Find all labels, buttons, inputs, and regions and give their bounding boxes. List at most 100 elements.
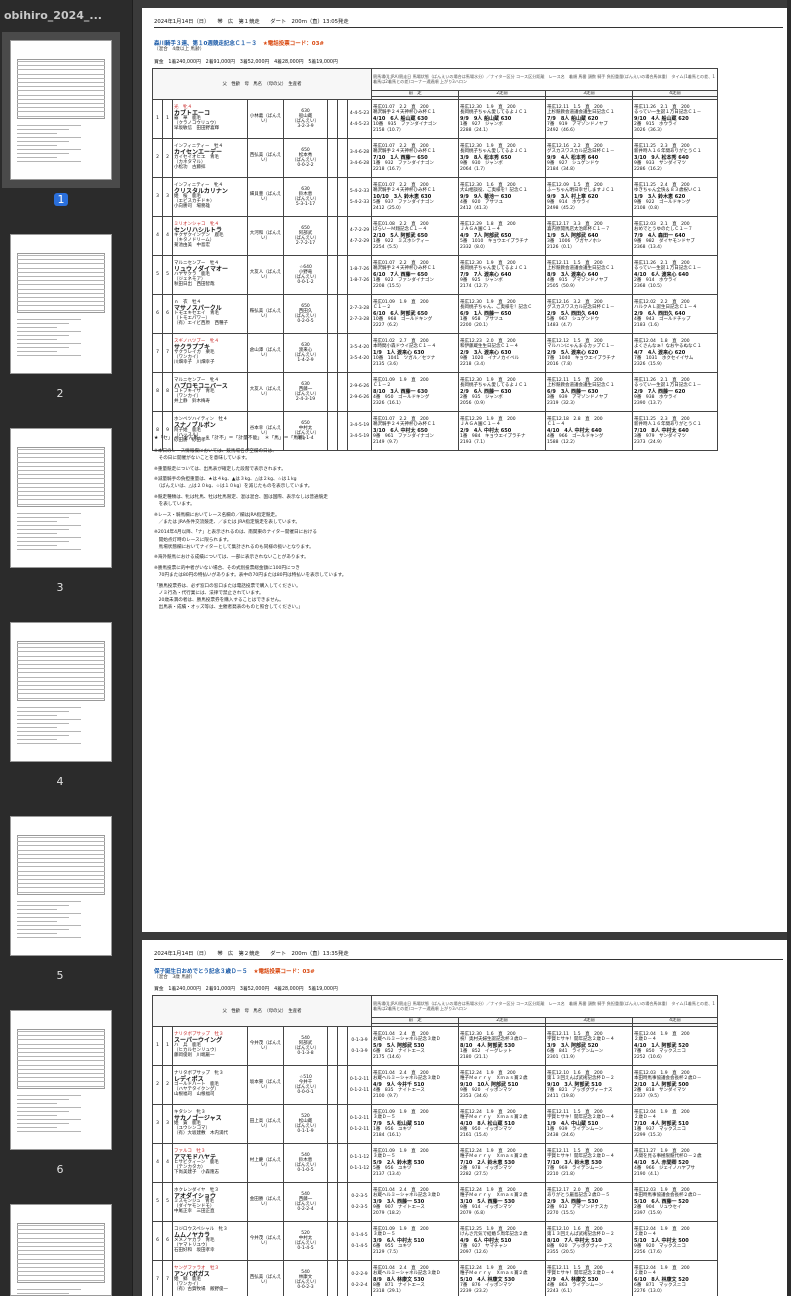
record-line: 0-1-2-11 bbox=[349, 1115, 370, 1121]
page-thumbnail[interactable] bbox=[10, 234, 112, 374]
page-thumbnail[interactable] bbox=[10, 622, 112, 762]
thumbnail-line bbox=[17, 521, 57, 522]
breeder-text: 小向勝司 場務雄 bbox=[174, 204, 210, 210]
horse-cell[interactable]: ヤングファラオ 牡３ アンバボガス姫 郷 鹿毛 （ワンカイ） （有）古賀牧場 飯野俊一 bbox=[172, 1260, 248, 1296]
past-race-time: 2079（18.2） bbox=[373, 1210, 404, 1216]
blank-cell bbox=[327, 99, 338, 140]
horse-cell[interactable]: キタシン 牝３ サカノゴージャス姫 貴 鹿毛 （ユウシンコマ） （有）大坂建敷 木内満… bbox=[172, 1104, 248, 1145]
horse-cell[interactable]: ナリタボブサップ 牡３ スーパーウイングハ 兵 鹿毛 （ヒカルセンリュウ） 藤岡俊則 … bbox=[172, 1026, 248, 1067]
page-header: 2024年1月14日（日） 帯 広 第２競走 ダート 200ｍ（直）13:35発… bbox=[154, 949, 783, 960]
blank-cell bbox=[327, 1260, 338, 1296]
horse-row: 4 4 ファルコ 牡３ アマモドハヤテ ヒサビクィーン 鹿毛 （テンカタカ） 下尚美建子 小… bbox=[152, 1143, 719, 1184]
horse-number: 3 bbox=[162, 177, 173, 218]
thumbnail-line bbox=[17, 715, 57, 716]
race-card-table: 父 性齢 母 馬名 （母の父） 生産者 競馬場(IJ;JRA)競走日 馬場状態（ば… bbox=[151, 67, 719, 452]
thumbnail-line bbox=[17, 1119, 81, 1120]
thumbnail-line bbox=[17, 1103, 57, 1104]
horse-number: 6 bbox=[162, 1221, 173, 1262]
page-thumbnail[interactable] bbox=[10, 1010, 112, 1150]
horse-cell[interactable]: マルニセンプー 牡４ リュウノダイマオー ハヤサクラ 鹿毛 （ジェネモア） 秋田日出 西… bbox=[172, 255, 248, 296]
horse-cell[interactable]: ミリオンシャコ 牝４ センリハシルトラ キクザクインデン 鹿毛 （キタノドリーム） 菊池… bbox=[172, 216, 248, 257]
horse-cell[interactable]: ナリタボブサップ 牝３ レディポス ゴールドハート 鹿毛 （ハヤテタイクング） 山根福司… bbox=[172, 1065, 248, 1106]
waku-number: 3 bbox=[152, 177, 163, 218]
thumbnail-line bbox=[17, 655, 105, 657]
past-race-cell: 帯広01.08 2.2 直 200 ばらいーＭ翔記念Ｃ１－４ 2/10 5人 阿部武… bbox=[371, 216, 460, 257]
past-race-time: 2256（17.6） bbox=[634, 1249, 665, 1255]
horse-cell[interactable]: スギノハツブー 牝４ サクラプブキ サクラレイカ 栗毛 （ワンカイ） 川畑幸子 川畑幸子 bbox=[172, 333, 248, 374]
legend: ★「セ」 ＝「せん馬」 ※「計不」＝「計量不能」 ＊「馬」＝「馬番」 bbox=[154, 436, 308, 441]
scrollbar[interactable] bbox=[787, 0, 791, 1296]
page-thumbnail[interactable] bbox=[10, 1204, 112, 1296]
jockey-record: 0-0-2-2 bbox=[297, 163, 314, 169]
past-race-time: 2193（7.1） bbox=[460, 439, 488, 445]
page-thumbnail[interactable] bbox=[10, 816, 112, 956]
past-race-time: 2180（21.1） bbox=[460, 1054, 491, 1060]
horse-cell[interactable]: コジロウスペシャル 牝３ ムムノヤカラ メメノヤカラ 青毛 （ヤマトリユウ） 石田好和 … bbox=[172, 1221, 248, 1262]
thumbnail-line bbox=[17, 727, 57, 728]
blank-cell bbox=[337, 372, 348, 413]
past-race-time: 2129（7.5） bbox=[373, 1249, 401, 1255]
horse-cell[interactable]: マルニセンプー 牝４ ハプロモコニバース コトブキイザ 青毛 （ワンカイ） 井上静 鈴木… bbox=[172, 372, 248, 413]
past-race-finish: 4/7 4人 渡来心 620 bbox=[634, 349, 686, 356]
thumbnail-line bbox=[17, 1229, 105, 1231]
horse-cell[interactable]: インフィニティー 牡４ カイセンエーデー カイセイオヒエ 青毛 （カネタマル） 小松功 … bbox=[172, 138, 248, 179]
record-line: 0-1-1-12 bbox=[349, 1166, 370, 1172]
document-viewport[interactable]: 2024年1月14日（日） 帯 広 第１競走 ダート 200ｍ（直）13:05発… bbox=[134, 0, 791, 1296]
horse-row: 1 1 ナリタボブサップ 牡３ スーパーウイングハ 兵 鹿毛 （ヒカルセンリュウ） 藤岡俊… bbox=[152, 1026, 719, 1067]
breeder-text: 藤岡俊則 川端厳一 bbox=[174, 1053, 215, 1059]
past-race-cell: 帯広01.04 2.4 直 200 お蔵ヘルミーシャネル記念３歳Ｄ 3/9 3人 西… bbox=[371, 1182, 460, 1223]
horse-cell[interactable]: ファルコ 牡３ アマモドハヤテ ヒサビクィーン 鹿毛 （テンカタカ） 下尚美建子 小森隆… bbox=[172, 1143, 248, 1184]
record-line: 4-4-5-23 bbox=[349, 122, 370, 128]
horse-row: 7 7 ヤングファラオ 牡３ アンバボガス姫 郷 鹿毛 （ワンカイ） （有）古賀牧場 飯野… bbox=[152, 1260, 719, 1296]
past-race-cell: 帯広12.11 1.5 直 200 上杉競教会道議会議生日記念Ｃ１ 8/9 3人 渡… bbox=[545, 255, 634, 296]
breeder-text: 早坂敏信 田田野喜輝 bbox=[174, 126, 219, 132]
record-line: 2-7-3-28 bbox=[349, 305, 370, 311]
weight-jockey-cell: 520 松山蔵 （ばんえい） 0-1-1-9 bbox=[283, 1104, 328, 1145]
thumbnail-line bbox=[17, 465, 105, 467]
thumbnail-sidebar[interactable]: obihiro_2024_... 1 2 3 4 5 6 bbox=[0, 0, 133, 1296]
past-race-cell: 帯広12.10 1.6 直 200 第１３回えんぱ武術記念杯Ｄ－２ 9/10 3人 … bbox=[545, 1065, 634, 1106]
breeder-text: （有）大坂建敷 木内満代 bbox=[174, 1131, 228, 1137]
horse-cell[interactable]: ホクレンダイヤ 牡３ アオダイショウ ミスモンジュ 青毛 （ダイヤモンドモ） 中尾正幸 … bbox=[172, 1182, 248, 1223]
blank-cell bbox=[337, 1182, 348, 1223]
past-race-time: 1483（4.7） bbox=[547, 322, 575, 328]
record-line: 0-1-3-9 bbox=[351, 1049, 368, 1055]
horse-row: 6 6 コジロウスペシャル 牝３ ムムノヤカラ メメノヤカラ 青毛 （ヤマトリユウ） 石田好… bbox=[152, 1221, 719, 1262]
breeder-text: （有）エイビ西原 西種子 bbox=[174, 321, 228, 327]
page-thumbnail[interactable] bbox=[2, 32, 120, 188]
breeder-text: 山根福司 山根福司 bbox=[174, 1092, 215, 1098]
thumbnail-table bbox=[17, 641, 105, 701]
waku-number: 6 bbox=[152, 1221, 163, 1262]
thumbnail-line bbox=[17, 545, 57, 546]
horse-row: 7 7 スギノハツブー 牝４ サクラプブキ サクラレイカ 栗毛 （ワンカイ） 川畑幸子 川畑… bbox=[152, 333, 719, 374]
past-race-finish: 9/10 10人 阿部武 510 bbox=[460, 1081, 519, 1088]
page-thumbnail[interactable] bbox=[10, 428, 112, 568]
weight-jockey-cell: 520 中村太 （ばんえい） 0-1-4-5 bbox=[283, 1221, 328, 1262]
jockey-record: 3-2-3-9 bbox=[297, 124, 314, 130]
horse-row: 8 8 マルニセンプー 牝４ ハプロモコニバース コトブキイザ 青毛 （ワンカイ） 井上静 … bbox=[152, 372, 719, 413]
thumbnail-line bbox=[17, 837, 105, 838]
horse-cell[interactable]: 光 牝４ カブトエーコ霧 華 鹿毛 （クラノコウリュウ） 早坂敏信 田田野喜輝 bbox=[172, 99, 248, 140]
jockey-record: 0-2-0-5 bbox=[297, 319, 314, 325]
past-race-finish: 8/10 7人 中村太 510 bbox=[547, 1237, 602, 1244]
thumbnail-line bbox=[17, 874, 105, 876]
thumbnail-line bbox=[17, 1237, 105, 1239]
horse-cell[interactable]: インフィニティー 牝４ クリスタルカリナン姫 桜 鹿毛 （エビスカチドキ） 小向勝司 … bbox=[172, 177, 248, 218]
past-race-cell: 帯広12.02 2.2 直 200 ハルクＡＬ誕生日記念Ｃ１－４ 2/9 6人 西田… bbox=[632, 294, 719, 335]
record-line: 0-2-3-5 bbox=[351, 1205, 368, 1211]
note-line: 「勝馬投票券は、必ず窓口の窓口または電話投票で購入してください。 bbox=[154, 583, 301, 589]
thumbnail-line bbox=[17, 284, 105, 286]
horse-cell[interactable]: ｎ 衣 牡４ マサノスパークル トモエキセエイ 青毛 （トモエパワー） （有）エイビ西原… bbox=[172, 294, 248, 335]
breeder-text: 小松功 古藤拝 bbox=[174, 165, 206, 171]
blank-cell bbox=[337, 1104, 348, 1145]
thumbnail-line bbox=[17, 1275, 105, 1277]
horse-cell[interactable]: ホンベツハイティン 牡４ スナノブルボン 阿子姫 鹿毛 （ハッスル） 砂田勝 砂田孝一 bbox=[172, 411, 248, 452]
past-race-cell: 帯広12.18 2.8 直 200 Ｃ１－４ 4/10 4人 中村太 640 4番 9… bbox=[545, 411, 634, 452]
record-line: 3-5-4-20 bbox=[349, 344, 370, 350]
past-race-finish: 3/10 9人 松本秀 640 bbox=[634, 154, 689, 161]
past-race-time: 2373（24.9） bbox=[634, 439, 665, 445]
page-number-label: 2 bbox=[56, 387, 64, 400]
thumbnail-line bbox=[17, 933, 57, 934]
thumbnail-line bbox=[17, 513, 81, 514]
horse-row: 5 5 マルニセンプー 牡４ リュウノダイマオー ハヤサクラ 鹿毛 （ジェネモア） 秋田日出… bbox=[152, 255, 719, 296]
